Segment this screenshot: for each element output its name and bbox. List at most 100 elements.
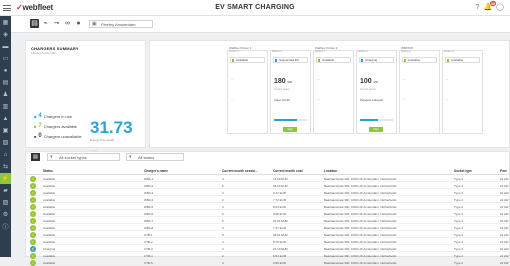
table-row[interactable]: ⚡ Available WB4-1 4 14.60 EUR Baarlaanstraat … — [25, 175, 510, 182]
cell-location: Baarlaanstraat 300, 1060 HK Amsterdam, N… — [324, 212, 397, 216]
cell-location: Baarlaanstraat 300, 1060 HK Amsterdam, N… — [324, 261, 397, 265]
socket-type-filter[interactable]: ▾ All socket types — [47, 153, 120, 161]
cell-status: Available — [43, 198, 56, 202]
status-icon: ⚡ — [30, 259, 36, 266]
charger-card[interactable]: Socket 2 Suspended EV 180 kW Current power V… — [270, 50, 311, 134]
col-location[interactable]: Location — [324, 169, 337, 173]
connector-label: Socket 2 — [358, 50, 368, 53]
cell-status: Available — [43, 177, 56, 181]
cell-name: WB4-3 — [144, 191, 154, 195]
table-row[interactable]: ⚡ Available WB4-8 3 7.37 EUR Baarlaanstraat 3… — [25, 224, 510, 231]
help-icon[interactable]: ? — [476, 4, 480, 11]
table-row[interactable]: ⚡ Available CTB-1 5 38.01 EUR Baarlaanstraat … — [25, 231, 510, 238]
settings-icon[interactable]: ⚙ — [0, 209, 11, 220]
status-icon: ⚡ — [30, 196, 36, 203]
link-icon[interactable]: ∞ — [63, 19, 72, 28]
table-row[interactable]: ⚡ Available WB4-5 4 8.04 EUR Baarlaanstraat 3… — [25, 203, 510, 210]
status-badge: Available — [316, 57, 351, 63]
cell-location: Baarlaanstraat 300, 1060 HK Amsterdam, N… — [324, 219, 397, 223]
col-status[interactable]: Status — [43, 169, 53, 173]
ev-charging-icon[interactable]: ⚡ — [0, 173, 11, 184]
status-filter[interactable]: ▾ All status — [126, 153, 184, 161]
charger-card[interactable]: Wallbox Pulsar 2 Socket 1 Available — — — [313, 46, 354, 134]
charger-card[interactable]: Socket 2 Charging 100 kW Current power Peuge… — [356, 50, 397, 134]
user-icon[interactable]: ◯ — [496, 3, 504, 11]
col-socket-type[interactable]: Socket type — [454, 169, 472, 173]
placeholder-line: — — [446, 98, 449, 101]
info-icon[interactable]: ⓘ — [0, 221, 11, 232]
person-icon[interactable]: ♟ — [0, 89, 11, 100]
charger-card[interactable]: Socket 2 Available — — — [442, 50, 483, 134]
table-row[interactable]: ⚡ Available WB4-2 6 36.50 EUR Baarlaanstraat … — [25, 182, 510, 189]
table-row[interactable]: ⚡ Available WB4-4 2 7.72 EUR Baarlaanstraat 3… — [25, 196, 510, 203]
col-charger-name[interactable]: Charger's name — [144, 169, 168, 173]
chart-view-icon[interactable]: ⌁ — [41, 19, 50, 28]
stop-button[interactable]: Stop — [369, 127, 383, 132]
status-icon: ⚡ — [30, 238, 36, 245]
home-icon[interactable]: ⌂ — [0, 149, 11, 160]
col-power[interactable]: Pow — [500, 169, 507, 173]
notifications-icon[interactable]: 🔔 30 — [483, 1, 497, 11]
tasks-icon[interactable]: ▤ — [0, 77, 11, 88]
fleet-filter[interactable]: ▣ Fleetey Amsterdam — [89, 20, 153, 28]
cell-status: Available — [43, 184, 56, 188]
cell-socket: Type 2 — [454, 254, 464, 258]
table-row[interactable]: ⚡ Available WB4-7 6 22.91 EUR Baarlaanstraat … — [25, 217, 510, 224]
status-icon: ⚡ — [30, 231, 36, 238]
warning-icon[interactable]: ▲ — [0, 113, 11, 124]
reports-icon[interactable]: ▥ — [0, 101, 11, 112]
table-row[interactable]: ⚡ Available CTB-5 4 6.89 EUR Baarlaanstraat 3… — [25, 259, 510, 266]
truck-icon[interactable]: ▭ — [0, 53, 11, 64]
table-row[interactable]: ⚡ Available CTB-4 2 8.54 EUR Baarlaanstraat 3… — [25, 252, 510, 259]
charger-card[interactable]: Wallbox Pulsar 1 Socket 1 Available — — — [227, 46, 268, 134]
chargers-summary: CHARGERS SUMMARY Fleetey Amsterdam ■ 4 Cha… — [25, 40, 146, 154]
messages-icon[interactable]: ▣ — [0, 125, 11, 136]
chart-icon[interactable]: ▧ — [0, 137, 11, 148]
table-row[interactable]: ⚡ Available WB4-3 3 9.47 EUR Baarlaanstraat 3… — [25, 189, 510, 196]
table-row[interactable]: ⚡ Available WB4-6 5 9.98 EUR Baarlaanstraat 3… — [25, 210, 510, 217]
archive-icon[interactable]: ▨ — [0, 197, 11, 208]
vehicle-icon[interactable]: ▬ — [0, 41, 11, 52]
cell-cost: 14.60 EUR — [273, 177, 288, 181]
cell-location: Baarlaanstraat 300, 1060 HK Amsterdam, N… — [324, 254, 397, 258]
col-cost[interactable]: Current month cost — [273, 169, 303, 173]
power-value: 180 kW — [274, 78, 292, 85]
status-icon: ⚡ — [30, 203, 36, 210]
cell-sessions: 6 — [222, 184, 224, 188]
cell-cost: 9.47 EUR — [273, 191, 287, 195]
status-icon: ⚡ — [30, 217, 36, 224]
cell-status: Available — [43, 261, 56, 265]
cell-sessions: 3 — [222, 247, 224, 251]
notification-badge: 30 — [489, 1, 497, 6]
col-sessions[interactable]: Current month sessio... — [222, 169, 258, 173]
status-badge: Suspended EV — [273, 57, 308, 63]
dashboard-icon[interactable]: ▦ — [0, 17, 11, 28]
connector-label: Socket 2 — [444, 50, 454, 53]
cell-status: Available — [43, 191, 56, 195]
cell-cost: 8.04 EUR — [273, 205, 287, 209]
filter-button[interactable]: ▤ — [31, 153, 40, 161]
summary-subtitle: Fleetey Amsterdam — [31, 51, 57, 55]
table-row[interactable]: ⚡ Available CTB-2 4 8.79 EUR Baarlaanstraat 3… — [25, 238, 510, 245]
charger-card[interactable]: WB0798 Socket 1 Available — — — [399, 46, 440, 134]
placeholder-line: — — [231, 98, 234, 101]
vehicle-name: Peugeot e-Expert — [360, 98, 384, 102]
cards-icon[interactable]: ▰ — [0, 185, 11, 196]
cell-sessions: 2 — [222, 198, 224, 202]
driver-icon[interactable]: ● — [0, 65, 11, 76]
charger-view-icon[interactable]: ▤ — [30, 19, 39, 28]
map-icon[interactable]: ◈ — [0, 29, 11, 40]
cell-name: WB4-4 — [144, 198, 154, 202]
table-row[interactable]: ⚡ Charging CTB-3 3 21.10 EUR Baarlaanstraat 3… — [25, 245, 510, 252]
cell-location: Baarlaanstraat 300, 1060 HK Amsterdam, N… — [324, 184, 397, 188]
status-icon: ⚡ — [30, 189, 36, 196]
routes-icon[interactable]: ⇆ — [0, 161, 11, 172]
cell-sessions: 5 — [222, 212, 224, 216]
clock-icon[interactable]: ● — [74, 19, 83, 28]
stop-button[interactable]: Stop — [283, 127, 297, 132]
charger-cards: Wallbox Pulsar 1 Socket 1 Available — — Socke… — [149, 40, 510, 156]
cell-name: WB4-2 — [144, 184, 154, 188]
cell-cost: 6.89 EUR — [273, 261, 287, 265]
plug-icon[interactable]: ⊸ — [52, 19, 61, 28]
fleet-icon: ▣ — [92, 21, 97, 27]
